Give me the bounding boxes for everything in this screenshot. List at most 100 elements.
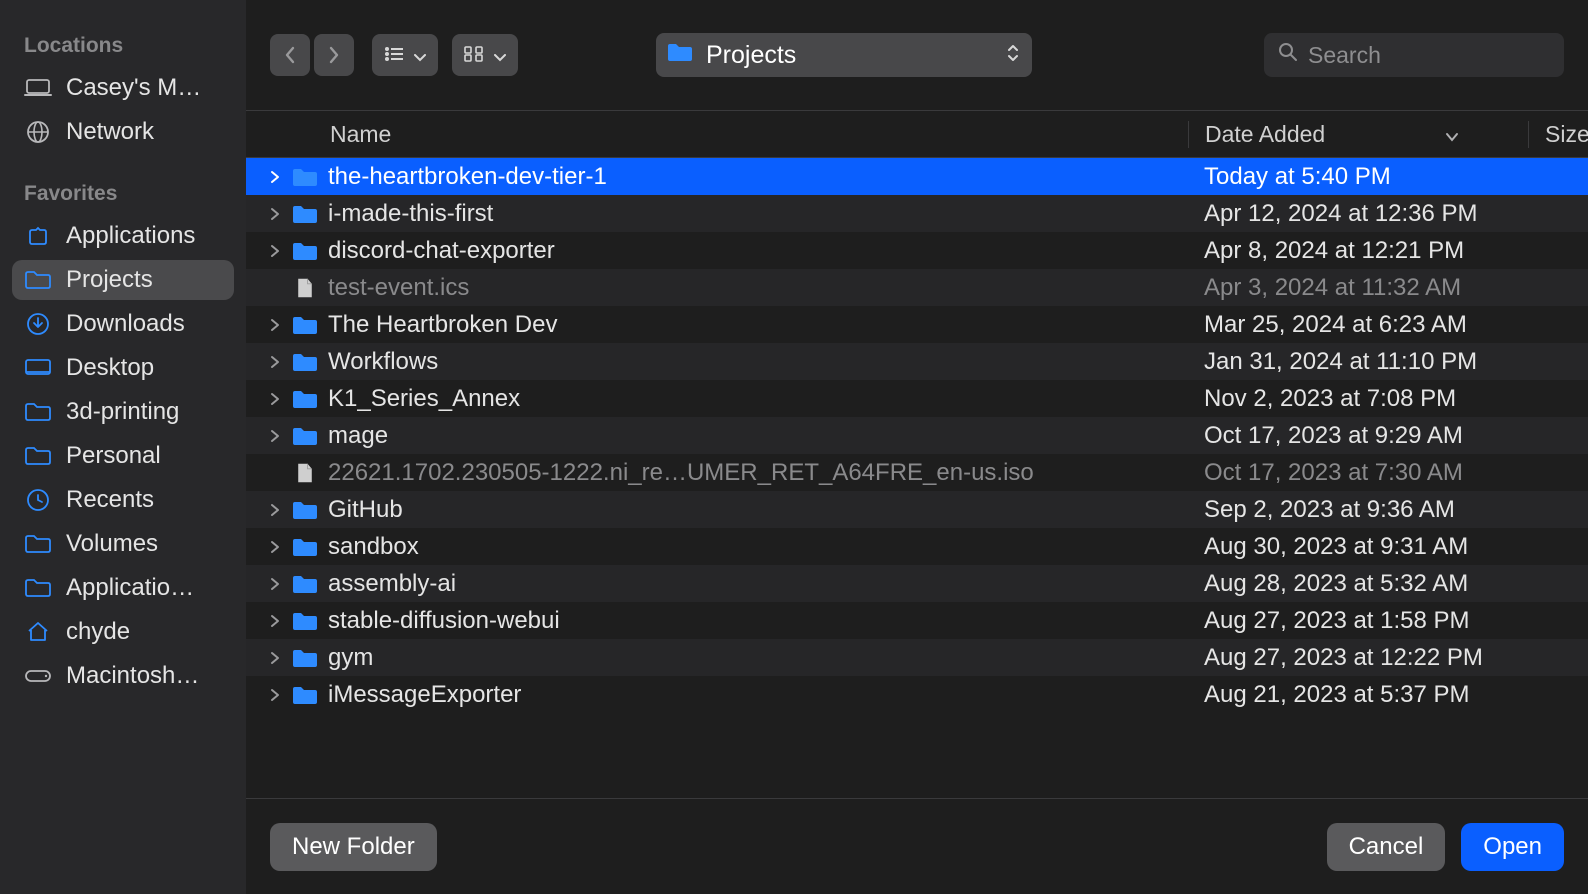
- disclosure-chevron-icon[interactable]: [246, 688, 286, 702]
- column-header-name[interactable]: Name: [246, 121, 1188, 148]
- file-row[interactable]: i-made-this-firstApr 12, 2024 at 12:36 P…: [246, 195, 1588, 232]
- back-button[interactable]: [270, 34, 310, 76]
- sidebar-item-label: Casey's M…: [66, 74, 201, 102]
- disclosure-chevron-icon[interactable]: [246, 207, 286, 221]
- file-name: gym: [324, 644, 1188, 672]
- folder-icon: [286, 351, 324, 373]
- file-row[interactable]: GitHubSep 2, 2023 at 9:36 AM: [246, 491, 1588, 528]
- disclosure-chevron-icon[interactable]: [246, 355, 286, 369]
- sidebar-item-label: Projects: [66, 266, 153, 294]
- laptop-icon: [24, 76, 52, 100]
- file-date: Oct 17, 2023 at 9:29 AM: [1188, 422, 1588, 450]
- up-down-chevron-icon: [1004, 41, 1022, 69]
- file-row[interactable]: iMessageExporterAug 21, 2023 at 5:37 PM: [246, 676, 1588, 713]
- open-button[interactable]: Open: [1461, 823, 1564, 871]
- file-name: i-made-this-first: [324, 200, 1188, 228]
- sidebar-item-label: 3d-printing: [66, 398, 179, 426]
- folder-icon: [286, 647, 324, 669]
- sidebar-item-label: Downloads: [66, 310, 185, 338]
- home-icon: [24, 620, 52, 644]
- sidebar-item-personal[interactable]: Personal: [12, 436, 234, 476]
- file-row[interactable]: test-event.icsApr 3, 2024 at 11:32 AM: [246, 269, 1588, 306]
- sidebar-item-desktop[interactable]: Desktop: [12, 348, 234, 388]
- column-header-date[interactable]: Date Added: [1188, 121, 1528, 148]
- search-input[interactable]: [1308, 42, 1550, 69]
- sidebar-item-projects[interactable]: Projects: [12, 260, 234, 300]
- sidebar-item-volumes[interactable]: Volumes: [12, 524, 234, 564]
- view-mode-list-button[interactable]: [372, 34, 438, 76]
- sidebar-item-3d-printing[interactable]: 3d-printing: [12, 392, 234, 432]
- file-row[interactable]: K1_Series_AnnexNov 2, 2023 at 7:08 PM: [246, 380, 1588, 417]
- file-name: stable-diffusion-webui: [324, 607, 1188, 635]
- sidebar-item-recents[interactable]: Recents: [12, 480, 234, 520]
- sidebar-item-downloads[interactable]: Downloads: [12, 304, 234, 344]
- folder-icon: [286, 610, 324, 632]
- file-name: 22621.1702.230505-1222.ni_re…UMER_RET_A6…: [324, 459, 1188, 487]
- disclosure-chevron-icon[interactable]: [246, 170, 286, 184]
- sidebar-item-applications[interactable]: Applications: [12, 216, 234, 256]
- path-dropdown[interactable]: Projects: [656, 33, 1032, 77]
- sidebar-item-network[interactable]: Network: [12, 112, 234, 152]
- clock-icon: [24, 488, 52, 512]
- file-date: Aug 27, 2023 at 1:58 PM: [1188, 607, 1588, 635]
- desktop-icon: [24, 356, 52, 380]
- file-row[interactable]: sandboxAug 30, 2023 at 9:31 AM: [246, 528, 1588, 565]
- file-date: Mar 25, 2024 at 6:23 AM: [1188, 311, 1588, 339]
- forward-button[interactable]: [314, 34, 354, 76]
- file-row[interactable]: the-heartbroken-dev-tier-1Today at 5:40 …: [246, 158, 1588, 195]
- group-by-button[interactable]: [452, 34, 518, 76]
- disk-icon: [24, 664, 52, 688]
- sidebar-item-macintosh-hd[interactable]: Macintosh…: [12, 656, 234, 696]
- file-row[interactable]: stable-diffusion-webuiAug 27, 2023 at 1:…: [246, 602, 1588, 639]
- folder-icon: [286, 573, 324, 595]
- folder-icon: [24, 400, 52, 424]
- sidebar-item-label: Desktop: [66, 354, 154, 382]
- disclosure-chevron-icon[interactable]: [246, 318, 286, 332]
- sidebar-item-label: chyde: [66, 618, 130, 646]
- folder-icon: [24, 532, 52, 556]
- sidebar-item-applications-2[interactable]: Applicatio…: [12, 568, 234, 608]
- chevron-down-icon: [414, 41, 426, 69]
- disclosure-chevron-icon[interactable]: [246, 429, 286, 443]
- file-row[interactable]: assembly-aiAug 28, 2023 at 5:32 AM: [246, 565, 1588, 602]
- sidebar-item-label: Applications: [66, 222, 195, 250]
- chevron-down-icon: [1445, 121, 1459, 148]
- search-field[interactable]: [1264, 33, 1564, 77]
- file-icon: [286, 277, 324, 299]
- file-row[interactable]: 22621.1702.230505-1222.ni_re…UMER_RET_A6…: [246, 454, 1588, 491]
- file-date: Apr 12, 2024 at 12:36 PM: [1188, 200, 1588, 228]
- file-row[interactable]: mageOct 17, 2023 at 9:29 AM: [246, 417, 1588, 454]
- file-list[interactable]: the-heartbroken-dev-tier-1Today at 5:40 …: [246, 158, 1588, 798]
- chevron-down-icon: [494, 41, 506, 69]
- file-name: test-event.ics: [324, 274, 1188, 302]
- file-row[interactable]: WorkflowsJan 31, 2024 at 11:10 PM: [246, 343, 1588, 380]
- disclosure-chevron-icon[interactable]: [246, 503, 286, 517]
- disclosure-chevron-icon[interactable]: [246, 577, 286, 591]
- folder-icon: [286, 388, 324, 410]
- file-name: Workflows: [324, 348, 1188, 376]
- file-row[interactable]: discord-chat-exporterApr 8, 2024 at 12:2…: [246, 232, 1588, 269]
- disclosure-chevron-icon[interactable]: [246, 614, 286, 628]
- file-row[interactable]: The Heartbroken DevMar 25, 2024 at 6:23 …: [246, 306, 1588, 343]
- column-header-date-label: Date Added: [1205, 121, 1325, 148]
- cancel-button[interactable]: Cancel: [1327, 823, 1446, 871]
- column-header-size[interactable]: Size: [1528, 121, 1588, 148]
- disclosure-chevron-icon[interactable]: [246, 244, 286, 258]
- disclosure-chevron-icon[interactable]: [246, 651, 286, 665]
- folder-icon: [286, 425, 324, 447]
- sidebar-item-chyde[interactable]: chyde: [12, 612, 234, 652]
- disclosure-chevron-icon[interactable]: [246, 540, 286, 554]
- disclosure-chevron-icon[interactable]: [246, 392, 286, 406]
- sidebar: Locations Casey's M… Network Favorites A…: [0, 0, 246, 894]
- folder-icon: [286, 684, 324, 706]
- new-folder-button[interactable]: New Folder: [270, 823, 437, 871]
- file-date: Oct 17, 2023 at 7:30 AM: [1188, 459, 1588, 487]
- list-view-icon: [384, 41, 404, 69]
- sidebar-item-label: Network: [66, 118, 154, 146]
- sidebar-item-label: Volumes: [66, 530, 158, 558]
- sidebar-item-caseys-mac[interactable]: Casey's M…: [12, 68, 234, 108]
- folder-icon: [666, 41, 694, 70]
- folder-icon: [24, 576, 52, 600]
- folder-icon: [286, 314, 324, 336]
- file-row[interactable]: gymAug 27, 2023 at 12:22 PM: [246, 639, 1588, 676]
